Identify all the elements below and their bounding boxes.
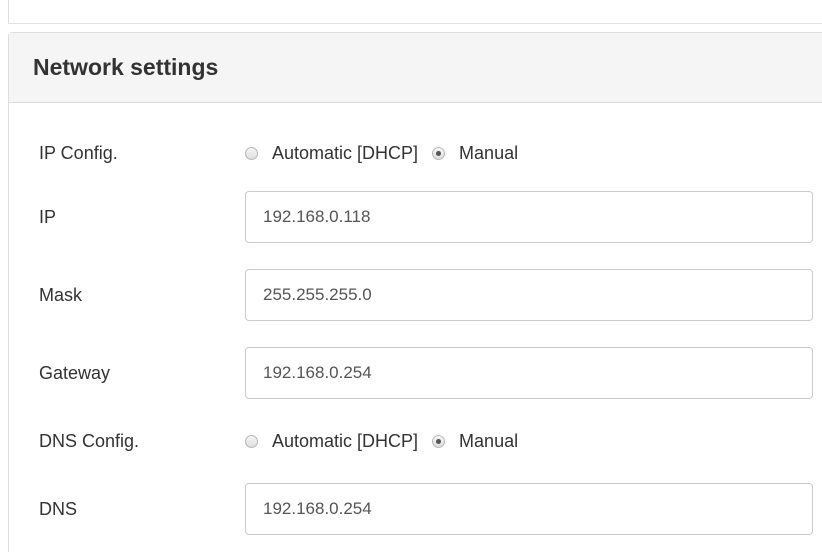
dns-input[interactable] [245,483,813,535]
ip-config-radio-group: Automatic [DHCP] Manual [245,143,532,164]
ip-config-manual-option[interactable]: Manual [432,143,518,164]
mask-row: Mask [9,269,822,321]
dns-config-automatic-radio[interactable] [245,434,258,448]
dns-config-manual-radio[interactable] [432,434,446,448]
dns-label: DNS [39,498,78,519]
mask-label: Mask [39,284,83,305]
gateway-row: Gateway [9,347,822,399]
dns-config-manual-option[interactable]: Manual [432,431,518,452]
network-settings-panel: Network settings IP Config. Automatic [D… [8,32,822,552]
ip-config-automatic-label: Automatic [DHCP] [272,142,419,163]
panel-title: Network settings [33,54,219,80]
ip-row: IP [9,191,822,243]
dns-config-label: DNS Config. [39,430,140,451]
dns-config-automatic-label: Automatic [DHCP] [272,430,419,451]
ip-config-automatic-radio[interactable] [245,146,258,160]
ip-input[interactable] [245,191,813,243]
ip-config-label: IP Config. [39,142,118,163]
dns-config-row: DNS Config. Automatic [DHCP] Manual [9,415,822,467]
ip-config-row: IP Config. Automatic [DHCP] Manual [9,127,822,179]
ip-config-manual-radio[interactable] [432,146,446,160]
ip-config-automatic-option[interactable]: Automatic [DHCP] [245,143,418,164]
gateway-input[interactable] [245,347,813,399]
dns-config-radio-group: Automatic [DHCP] Manual [245,431,532,452]
ip-config-manual-label: Manual [459,142,519,163]
ip-label: IP [39,206,57,227]
dns-config-automatic-option[interactable]: Automatic [DHCP] [245,431,418,452]
dns-config-manual-label: Manual [459,430,519,451]
mask-input[interactable] [245,269,813,321]
gateway-label: Gateway [39,362,111,383]
dns-row: DNS [9,483,822,535]
panel-heading: Network settings [9,33,822,103]
previous-panel-edge [8,0,822,24]
